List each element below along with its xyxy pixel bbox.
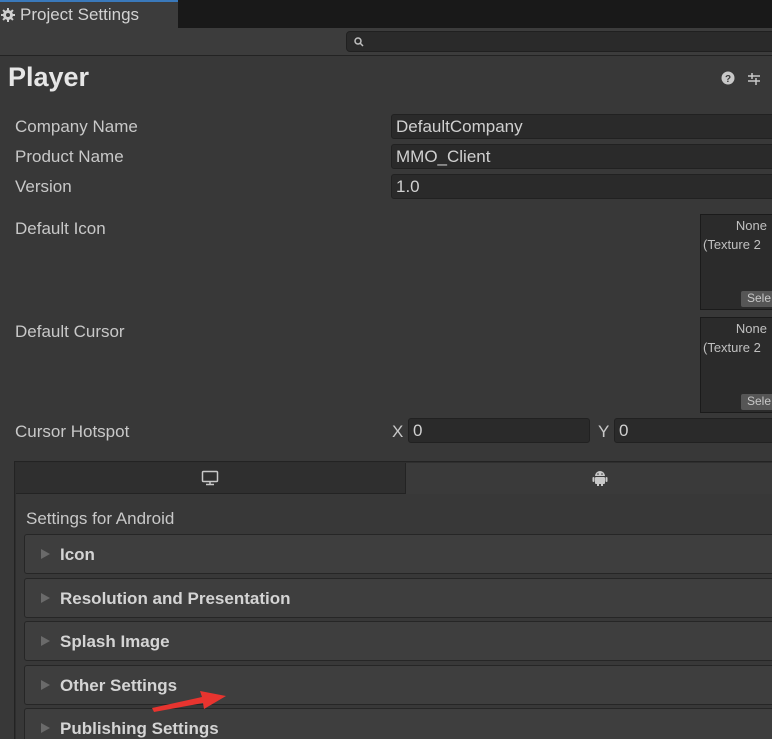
expand-arrow-icon: [41, 723, 50, 733]
tab-strip: Project Settings: [0, 0, 772, 28]
expand-arrow-icon: [41, 593, 50, 603]
section-title: Publishing Settings: [60, 719, 219, 738]
preset-sliders-icon[interactable]: [748, 73, 760, 85]
select-button[interactable]: Sele: [741, 394, 772, 410]
section-title: Resolution and Presentation: [60, 589, 291, 608]
default-cursor-label: Default Cursor: [15, 322, 125, 341]
select-button[interactable]: Sele: [741, 291, 772, 307]
android-icon: [592, 471, 608, 486]
section-icon[interactable]: Icon: [24, 534, 772, 574]
section-title: Splash Image: [60, 632, 170, 651]
monitor-icon: [201, 470, 219, 486]
company-name-label: Company Name: [15, 117, 138, 136]
tab-platform-desktop[interactable]: [16, 463, 406, 494]
section-resolution-and-presentation[interactable]: Resolution and Presentation: [24, 578, 772, 618]
gear-icon: [1, 8, 15, 22]
search-icon: [354, 37, 364, 47]
platform-panel-body: Settings for Android Icon Resolution and…: [16, 494, 772, 739]
annotation-arrow-icon: [152, 691, 226, 712]
tab-label: Project Settings: [20, 5, 140, 24]
hotspot-x-label: X: [392, 422, 404, 441]
header-icons: ?: [721, 71, 760, 86]
tab-project-settings[interactable]: Project Settings: [0, 0, 178, 28]
texture-none-text: None: [735, 321, 767, 336]
expand-arrow-icon: [41, 680, 50, 690]
texture-type-text: (Texture 2: [703, 340, 761, 355]
help-icon[interactable]: ?: [721, 71, 735, 86]
default-cursor-texture-field[interactable]: None (Texture 2 Sele: [700, 317, 772, 413]
section-other-settings[interactable]: Other Settings: [24, 665, 772, 705]
hotspot-y-field[interactable]: 0: [614, 418, 772, 443]
project-settings-window: Project Settings Player ? Company Name D…: [0, 0, 772, 739]
texture-type-text: (Texture 2: [703, 237, 761, 252]
version-label: Version: [15, 177, 72, 196]
search-input[interactable]: [346, 31, 772, 52]
expand-arrow-icon: [41, 549, 50, 559]
cursor-hotspot-label: Cursor Hotspot: [15, 422, 130, 441]
hotspot-y-label: Y: [598, 422, 610, 441]
default-icon-label: Default Icon: [15, 219, 106, 238]
svg-text:?: ?: [725, 74, 731, 85]
platform-settings-panel: Settings for Android Icon Resolution and…: [14, 461, 772, 739]
tab-platform-android[interactable]: [406, 463, 772, 494]
section-publishing-settings[interactable]: Publishing Settings: [24, 708, 772, 739]
settings-for-label: Settings for Android: [26, 509, 175, 528]
default-icon-texture-field[interactable]: None (Texture 2 Sele: [700, 214, 772, 310]
section-title: Icon: [60, 545, 95, 564]
section-splash-image[interactable]: Splash Image: [24, 621, 772, 661]
product-name-field[interactable]: MMO_Client: [391, 144, 772, 169]
search-row: [0, 28, 772, 56]
hotspot-x-field[interactable]: 0: [408, 418, 590, 443]
page-title: Player: [8, 62, 90, 92]
company-name-field[interactable]: DefaultCompany: [391, 114, 772, 139]
texture-none-text: None: [735, 218, 767, 233]
expand-arrow-icon: [41, 636, 50, 646]
version-field[interactable]: 1.0: [391, 174, 772, 199]
product-name-label: Product Name: [15, 147, 124, 166]
